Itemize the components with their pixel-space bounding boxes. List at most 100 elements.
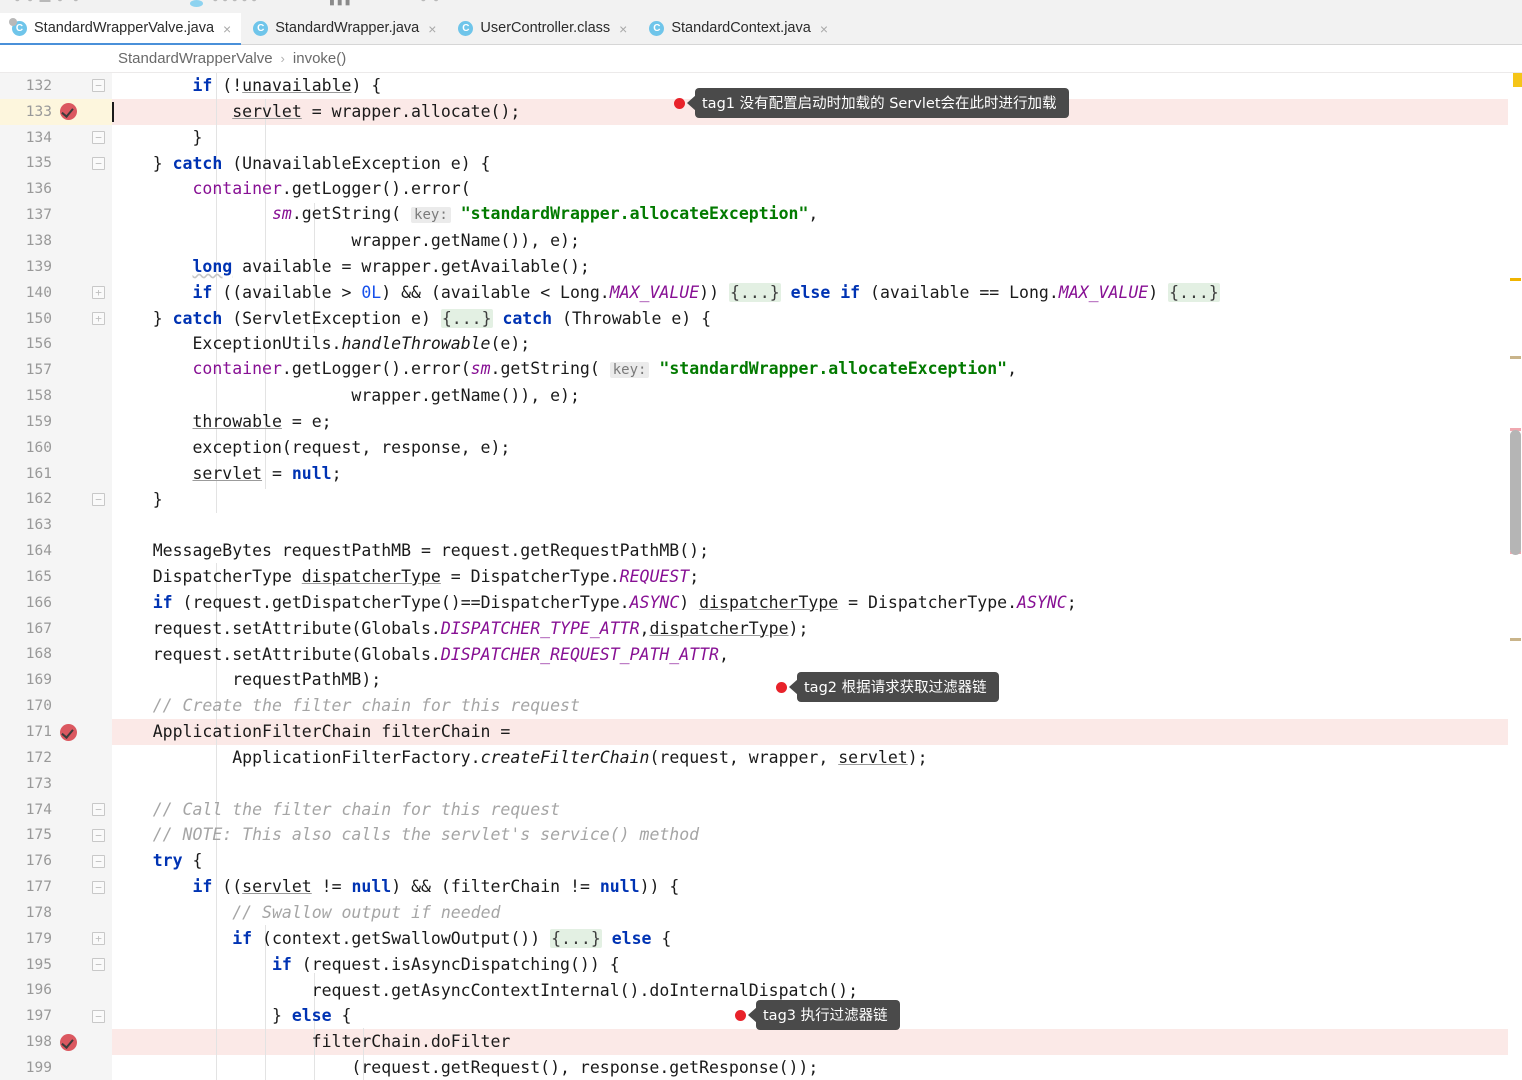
editor-tab-standardwrappervalve[interactable]: C StandardWrapperValve.java × [0, 13, 242, 45]
code-line[interactable]: 138 wrapper.getName()), e); [0, 228, 1522, 254]
code-line[interactable]: 176 − try { [0, 848, 1522, 875]
gutter-cell[interactable]: 135 − [0, 150, 112, 177]
code-line[interactable]: 139 long available = wrapper.getAvailabl… [0, 253, 1522, 280]
gutter-cell[interactable]: 164 [0, 538, 112, 565]
code-line[interactable]: 179 + if (context.getSwallowOutput()) {.… [0, 925, 1522, 952]
gutter-cell[interactable]: 170 [0, 693, 112, 720]
code-line[interactable]: 157 container.getLogger().error(sm.getSt… [0, 357, 1522, 384]
code-line[interactable]: 178 // Swallow output if needed [0, 900, 1522, 926]
gutter-cell[interactable]: 157 [0, 357, 112, 384]
code-line[interactable]: 134 − } [0, 124, 1522, 151]
code-lines[interactable]: 132 − if (!unavailable) { 133 servlet = … [0, 73, 1522, 1080]
scrollbar-change-marker[interactable] [1510, 356, 1521, 359]
breadcrumb-item-class[interactable]: StandardWrapperValve [118, 50, 273, 67]
code-line[interactable]: 173 [0, 770, 1522, 797]
editor-tab-usercontroller[interactable]: C UserController.class × [446, 13, 637, 44]
code-line[interactable]: 169 requestPathMB); [0, 667, 1522, 694]
code-line[interactable]: 195 − if (request.isAsyncDispatching()) … [0, 951, 1522, 978]
code-line[interactable]: 140 + if ((available > 0L) && (available… [0, 279, 1522, 306]
breakpoint-icon[interactable] [60, 1033, 77, 1051]
code-line[interactable]: 177 − if ((servlet != null) && (filterCh… [0, 874, 1522, 900]
gutter-cell[interactable]: 167 [0, 615, 112, 642]
gutter-cell[interactable]: 138 [0, 228, 112, 254]
gutter-cell[interactable]: 175 − [0, 822, 112, 849]
code-line[interactable]: 137 sm.getString( key: "standardWrapper.… [0, 202, 1522, 229]
gutter-cell[interactable]: 158 [0, 383, 112, 409]
gutter-cell[interactable]: 197 − [0, 1003, 112, 1030]
breakpoint-icon[interactable] [60, 723, 77, 741]
breadcrumb[interactable]: StandardWrapperValve › invoke() [0, 45, 1522, 73]
toolbar-run-icon[interactable] [190, 0, 203, 7]
code-line[interactable]: 136 container.getLogger().error( [0, 176, 1522, 203]
close-icon[interactable]: × [820, 22, 828, 36]
fold-marker-icon[interactable]: − [92, 828, 105, 842]
scrollbar-thumb[interactable] [1510, 430, 1521, 555]
gutter-cell[interactable]: 165 [0, 564, 112, 590]
fold-marker-expand-icon[interactable]: + [92, 286, 105, 300]
code-line[interactable]: 174 − // Call the filter chain for this … [0, 796, 1522, 823]
gutter-cell[interactable]: 171 [0, 719, 112, 745]
close-icon[interactable]: × [619, 22, 627, 36]
gutter-cell[interactable]: 133 [0, 98, 112, 125]
gutter-cell[interactable]: 196 [0, 977, 112, 1004]
code-line[interactable]: 165 DispatcherType dispatcherType = Disp… [0, 564, 1522, 590]
gutter-cell[interactable]: 137 [0, 202, 112, 229]
gutter-cell[interactable]: 168 [0, 641, 112, 668]
inline-tag-tooltip-2[interactable]: tag2 根据请求获取过滤器链 [776, 672, 999, 702]
code-editor[interactable]: 132 − if (!unavailable) { 133 servlet = … [0, 73, 1522, 1080]
gutter-cell[interactable]: 136 [0, 176, 112, 203]
gutter-cell[interactable]: 150 + [0, 305, 112, 332]
gutter-cell[interactable]: 163 [0, 512, 112, 539]
close-icon[interactable]: × [428, 22, 436, 36]
scrollbar-warning-marker[interactable] [1510, 278, 1521, 281]
gutter-cell[interactable]: 173 [0, 770, 112, 797]
main-toolbar-strip[interactable]: ● ● ▬ ● ● ● ● ● ● ● ▌▌▌ ● ● [0, 0, 1522, 13]
code-line[interactable]: 150 + } catch (ServletException e) {...}… [0, 305, 1522, 332]
editor-tab-standardcontext[interactable]: C StandardContext.java × [637, 13, 838, 44]
fold-marker-icon[interactable]: − [92, 854, 105, 868]
gutter-cell[interactable]: 172 [0, 744, 112, 771]
gutter-cell[interactable]: 139 [0, 253, 112, 280]
code-line[interactable]: 168 request.setAttribute(Globals.DISPATC… [0, 641, 1522, 668]
fold-marker-icon[interactable]: − [92, 958, 105, 972]
code-line[interactable]: 199 (request.getRequest(), response.getR… [0, 1055, 1522, 1080]
fold-marker-icon[interactable]: − [92, 492, 105, 506]
gutter-cell[interactable]: 140 + [0, 279, 112, 306]
editor-scrollbar[interactable] [1508, 73, 1522, 1080]
code-line[interactable]: 170 // Create the filter chain for this … [0, 693, 1522, 720]
fold-marker-icon[interactable]: − [92, 156, 105, 170]
gutter-cell[interactable]: 179 + [0, 925, 112, 952]
scrollbar-change-marker[interactable] [1510, 638, 1521, 641]
breadcrumb-item-method[interactable]: invoke() [293, 50, 346, 67]
code-line[interactable]: 161 servlet = null; [0, 460, 1522, 487]
code-line[interactable]: 163 [0, 512, 1522, 539]
close-icon[interactable]: × [223, 22, 231, 36]
code-line[interactable]: 162 − } [0, 486, 1522, 513]
fold-marker-icon[interactable]: − [92, 79, 105, 93]
code-line[interactable]: 166 if (request.getDispatcherType()==Dis… [0, 589, 1522, 616]
gutter-cell[interactable]: 195 − [0, 951, 112, 978]
gutter-cell[interactable]: 174 − [0, 796, 112, 823]
gutter-cell[interactable]: 160 [0, 434, 112, 461]
fold-marker-expand-icon[interactable]: + [92, 932, 105, 946]
gutter-cell[interactable]: 159 [0, 408, 112, 435]
code-line[interactable]: 171 ApplicationFilterChain filterChain = [0, 719, 1522, 745]
code-line[interactable]: 164 MessageBytes requestPathMB = request… [0, 538, 1522, 565]
inline-tag-tooltip-1[interactable]: tag1 没有配置启动时加载的 Servlet会在此时进行加载 [674, 88, 1069, 118]
fold-marker-icon[interactable]: − [92, 880, 105, 894]
gutter-cell[interactable]: 198 [0, 1029, 112, 1056]
editor-tab-bar[interactable]: C StandardWrapperValve.java × C Standard… [0, 13, 1522, 45]
gutter-cell[interactable]: 161 [0, 460, 112, 487]
code-line[interactable]: 198 filterChain.doFilter [0, 1029, 1522, 1056]
gutter-cell[interactable]: 166 [0, 589, 112, 616]
gutter-cell[interactable]: 176 − [0, 848, 112, 875]
gutter-cell[interactable]: 169 [0, 667, 112, 694]
code-line[interactable]: 175 − // NOTE: This also calls the servl… [0, 822, 1522, 849]
inline-tag-tooltip-3[interactable]: tag3 执行过滤器链 [735, 1000, 900, 1030]
gutter-cell[interactable]: 177 − [0, 874, 112, 900]
code-line[interactable]: 172 ApplicationFilterFactory.createFilte… [0, 744, 1522, 771]
gutter-cell[interactable]: 178 [0, 900, 112, 926]
editor-tab-standardwrapper[interactable]: C StandardWrapper.java × [241, 13, 446, 44]
fold-marker-icon[interactable]: − [92, 131, 105, 145]
code-line[interactable]: 158 wrapper.getName()), e); [0, 383, 1522, 409]
